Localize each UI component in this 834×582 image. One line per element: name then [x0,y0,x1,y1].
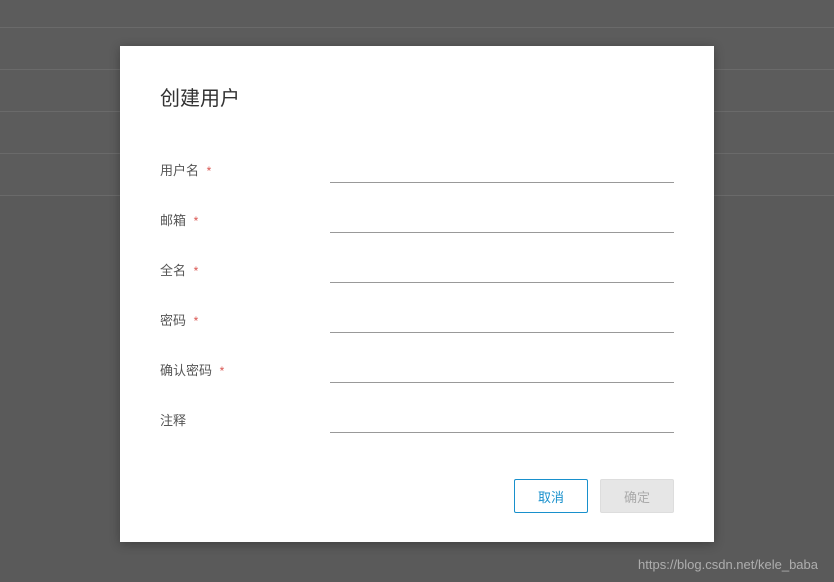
form-row-confirm-password: 确认密码 * [160,359,674,383]
required-marker: * [194,264,199,278]
form-row-fullname: 全名 * [160,259,674,283]
label-fullname: 全名 * [160,260,330,283]
label-password: 密码 * [160,310,330,333]
input-comment[interactable] [330,409,674,433]
input-username[interactable] [330,159,674,183]
required-marker: * [194,314,199,328]
input-password[interactable] [330,309,674,333]
form-row-comment: 注释 [160,409,674,433]
label-comment: 注释 [160,410,330,433]
form-row-username: 用户名 * [160,159,674,183]
required-marker: * [220,364,225,378]
form-row-email: 邮箱 * [160,209,674,233]
input-confirm-password[interactable] [330,359,674,383]
form-row-password: 密码 * [160,309,674,333]
create-user-modal: 创建用户 用户名 * 邮箱 * 全名 * 密码 * 确认密码 * [120,46,714,542]
cancel-button[interactable]: 取消 [514,479,588,513]
label-email: 邮箱 * [160,210,330,233]
required-marker: * [207,164,212,178]
watermark-text: https://blog.csdn.net/kele_baba [638,557,818,572]
required-marker: * [194,214,199,228]
input-email[interactable] [330,209,674,233]
label-username: 用户名 * [160,160,330,183]
modal-title: 创建用户 [160,82,674,111]
label-confirm-password: 确认密码 * [160,360,330,383]
confirm-button[interactable]: 确定 [600,479,674,513]
input-fullname[interactable] [330,259,674,283]
modal-footer: 取消 确定 [160,459,674,513]
